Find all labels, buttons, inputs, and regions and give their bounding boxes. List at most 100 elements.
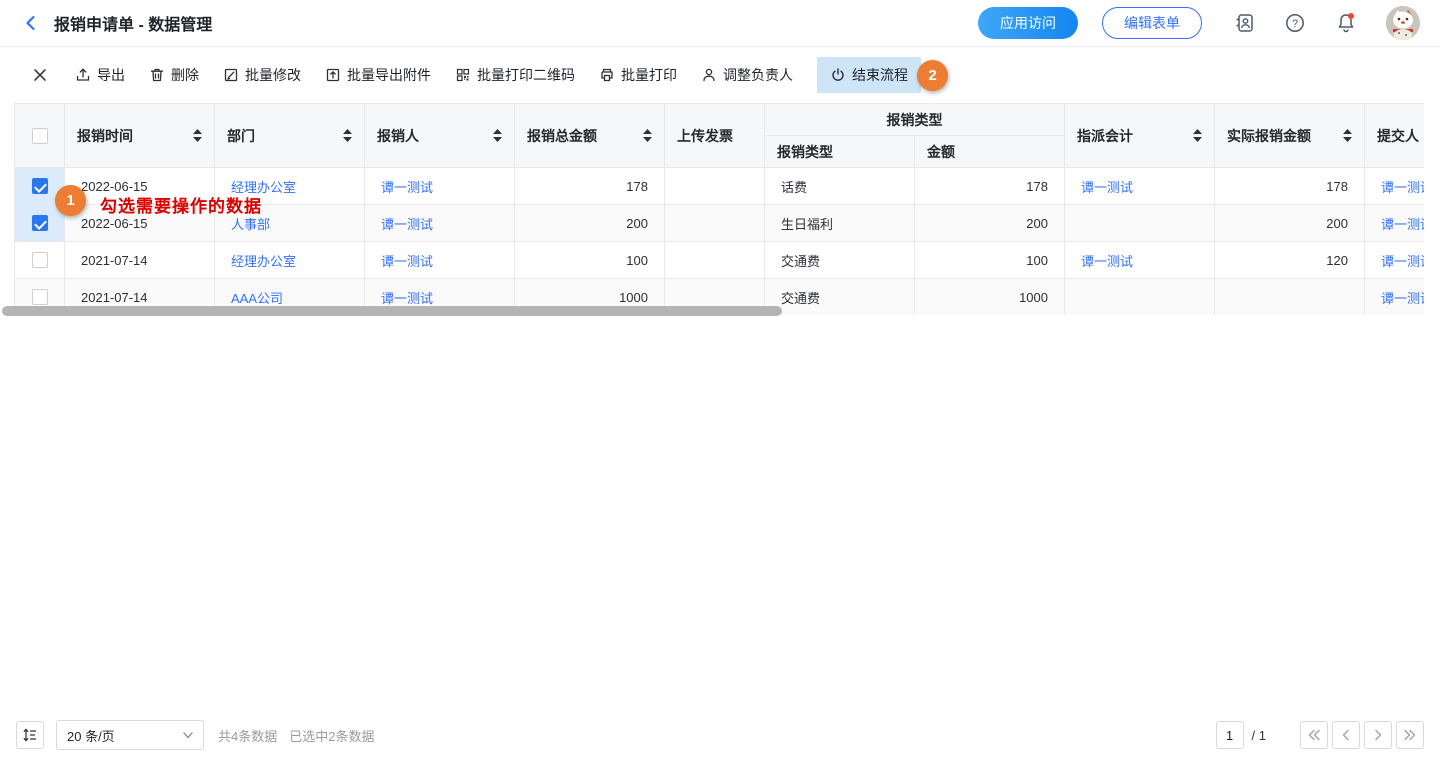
submitter-link[interactable]: 谭一测试 (1381, 180, 1424, 195)
help-button[interactable]: ? (1284, 12, 1306, 34)
toolbar-batch-print-qrcode-button[interactable]: 批量打印二维码 (455, 65, 575, 85)
last-page-icon (1403, 729, 1417, 741)
row-height-button[interactable] (16, 721, 44, 749)
col-header-dept[interactable]: 部门 (215, 104, 365, 168)
cell-total: 178 (515, 168, 665, 205)
toolbar-item-label: 批量导出附件 (347, 65, 431, 85)
person-icon (701, 67, 717, 83)
help-icon: ? (1284, 12, 1306, 34)
close-icon (33, 68, 47, 82)
svg-text:?: ? (1292, 18, 1298, 30)
submitter-link[interactable]: 谭一测试 (1381, 291, 1424, 306)
person-link[interactable]: 谭一测试 (381, 254, 433, 269)
close-selection-button[interactable] (33, 68, 47, 82)
dept-link[interactable]: 经理办公室 (231, 254, 296, 269)
cell-type: 交通费 (765, 279, 915, 316)
sort-icon[interactable] (643, 129, 652, 142)
page-size-select[interactable]: 20 条/页 (56, 720, 204, 750)
submitter-link[interactable]: 谭一测试 (1381, 254, 1424, 269)
toolbar-batch-print-button[interactable]: 批量打印 (599, 65, 677, 85)
cell-accountant: 谭一测试 (1065, 242, 1215, 279)
accountant-link[interactable]: 谭一测试 (1081, 180, 1133, 195)
cell-actual (1215, 279, 1365, 316)
cell-actual: 120 (1215, 242, 1365, 279)
row-checkbox[interactable] (32, 178, 48, 194)
first-page-button[interactable] (1300, 721, 1328, 749)
submitter-link[interactable]: 谭一测试 (1381, 217, 1424, 232)
dept-link[interactable]: 人事部 (231, 217, 270, 232)
toolbar-delete-button[interactable]: 删除 (149, 65, 199, 85)
col-header-time[interactable]: 报销时间 (65, 104, 215, 168)
chevron-down-icon (183, 732, 193, 739)
app-access-button[interactable]: 应用访问 (978, 7, 1078, 39)
cell-submitter: 谭一测试 (1365, 279, 1425, 316)
toolbar-batch-edit-button[interactable]: 批量修改 (223, 65, 301, 85)
sort-icon[interactable] (343, 129, 352, 142)
sort-icon[interactable] (193, 129, 202, 142)
sort-icon[interactable] (1193, 129, 1202, 142)
select-all-cell (15, 104, 65, 168)
edit-form-button[interactable]: 编辑表单 (1102, 7, 1202, 39)
power-icon (830, 67, 846, 83)
back-button[interactable] (22, 14, 40, 32)
cell-amount: 200 (915, 205, 1065, 242)
back-icon (22, 14, 40, 32)
step-2-badge: 2 (917, 60, 948, 91)
row-checkbox[interactable] (32, 289, 48, 305)
cell-accountant (1065, 279, 1215, 316)
cell-dept: 经理办公室 (215, 242, 365, 279)
cell-type: 生日福利 (765, 205, 915, 242)
sort-icon[interactable] (1343, 129, 1352, 142)
cell-accountant (1065, 205, 1215, 242)
notification-button[interactable] (1334, 11, 1358, 35)
cell-invoice (665, 242, 765, 279)
toolbar-item-label: 结束流程 (852, 65, 908, 85)
topbar: 报销申请单 - 数据管理 应用访问 编辑表单 ? (0, 0, 1440, 47)
toolbar-item-label: 批量修改 (245, 65, 301, 85)
col-header-accountant[interactable]: 指派会计 (1065, 104, 1215, 168)
toolbar-export-button[interactable]: 导出 (75, 65, 125, 85)
avatar-cat-image (1386, 6, 1420, 40)
contacts-button[interactable] (1234, 12, 1256, 34)
row-checkbox-cell (15, 205, 65, 242)
cell-actual: 178 (1215, 168, 1365, 205)
row-checkbox[interactable] (32, 215, 48, 231)
toolbar-item-label: 批量打印二维码 (477, 65, 575, 85)
footer-bar: 20 条/页 共4条数据 已选中2条数据 1 / 1 (0, 713, 1440, 757)
next-page-button[interactable] (1364, 721, 1392, 749)
cell-amount: 1000 (915, 279, 1065, 316)
trash-icon (149, 67, 165, 83)
first-page-icon (1307, 729, 1321, 741)
cell-accountant: 谭一测试 (1065, 168, 1215, 205)
qrcode-icon (455, 67, 471, 83)
col-header-invoice: 上传发票 (665, 104, 765, 168)
row-checkbox[interactable] (32, 252, 48, 268)
current-page-input[interactable]: 1 (1216, 721, 1244, 749)
page-title: 报销申请单 - 数据管理 (54, 11, 212, 35)
cell-type: 交通费 (765, 242, 915, 279)
horizontal-scrollbar[interactable] (2, 306, 782, 316)
dept-link[interactable]: AAA公司 (231, 291, 283, 306)
toolbar-end-process-button[interactable]: 结束流程 (817, 57, 921, 93)
toolbar-item-label: 批量打印 (621, 65, 677, 85)
last-page-button[interactable] (1396, 721, 1424, 749)
col-header-person[interactable]: 报销人 (365, 104, 515, 168)
col-header-actual[interactable]: 实际报销金额 (1215, 104, 1365, 168)
row-checkbox-cell (15, 242, 65, 279)
toolbar-batch-export-attachments-button[interactable]: 批量导出附件 (325, 65, 431, 85)
total-count-text: 共4条数据 (218, 726, 277, 745)
sort-icon[interactable] (493, 129, 502, 142)
avatar[interactable] (1386, 6, 1420, 40)
accountant-link[interactable]: 谭一测试 (1081, 254, 1133, 269)
cell-invoice (665, 205, 765, 242)
prev-page-icon (1341, 729, 1351, 741)
person-link[interactable]: 谭一测试 (381, 217, 433, 232)
prev-page-button[interactable] (1332, 721, 1360, 749)
person-link[interactable]: 谭一测试 (381, 180, 433, 195)
select-all-checkbox[interactable] (32, 128, 48, 144)
col-subheader-amount: 金额 (915, 136, 1065, 168)
person-link[interactable]: 谭一测试 (381, 291, 433, 306)
col-header-total[interactable]: 报销总金额 (515, 104, 665, 168)
table-row: 2021-07-14 经理办公室 谭一测试 100 交通费 100 谭一测试 1… (15, 242, 1425, 279)
toolbar-adjust-owner-button[interactable]: 调整负责人 (701, 65, 793, 85)
